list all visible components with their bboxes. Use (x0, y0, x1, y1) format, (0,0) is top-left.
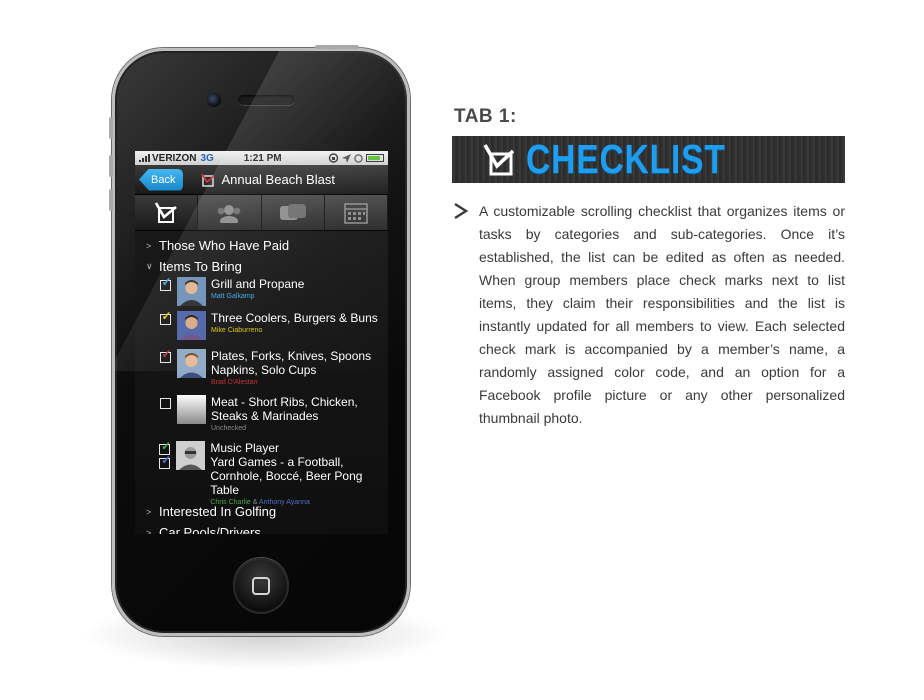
item-title: Three Coolers, Burgers & Buns (211, 311, 378, 325)
page-title: Annual Beach Blast (221, 172, 335, 187)
checklist-banner: CHECKLIST (452, 136, 845, 183)
mute-switch (109, 117, 113, 139)
power-button (315, 45, 359, 49)
chevron-down-icon: ∨ (146, 261, 153, 271)
list-item[interactable]: ✓ Plates, Forks, Knives, Spoons Napkins,… (135, 348, 388, 395)
iphone-device: VERIZON 3G 1:21 PM Back Annual Beach Bla… (109, 45, 410, 636)
list-item[interactable]: ✓ ✓ Music Player Yard Games - a Football… (135, 439, 388, 506)
section-label: Those Who Have Paid (159, 238, 290, 253)
member-joiner: & (252, 499, 258, 506)
list-item[interactable]: Meat - Short Ribs, Chicken, Steaks & Mar… (135, 395, 388, 441)
item-title: Steaks & Marinades (211, 409, 319, 423)
checkbox[interactable]: ✓ (159, 348, 172, 363)
item-title: Cornhole, Boccé, Beer Pong Table (210, 469, 363, 497)
checkmark-icon: ✓ (161, 453, 172, 467)
alarm-icon (354, 153, 363, 163)
member-name: Anthony Ayanna (258, 499, 310, 506)
tab-messages[interactable] (261, 195, 325, 230)
carrier-name: VERIZON (152, 152, 197, 164)
checklist-icon (201, 173, 216, 187)
placeholder-thumbnail (177, 395, 206, 424)
item-status: Unchecked (211, 425, 247, 432)
item-title: Yard Games - a Football, (210, 455, 344, 469)
checkmark-icon: ✓ (161, 439, 172, 453)
checklist-icon (154, 201, 177, 223)
member-name: Mike Ciaburreno (211, 327, 263, 334)
item-title: Music Player (210, 441, 280, 455)
chevron-right-icon (454, 202, 469, 220)
item-title: Napkins, Solo Cups (211, 363, 317, 377)
section-items-to-bring[interactable]: ∨ Items To Bring (135, 256, 388, 277)
section-label: Car Pools/Drivers (159, 525, 261, 534)
tab-group[interactable] (198, 195, 262, 230)
volume-up-button (109, 155, 113, 177)
tab-calendar[interactable] (324, 195, 388, 230)
status-time: 1:21 PM (243, 152, 282, 164)
status-bar: VERIZON 3G 1:21 PM (135, 151, 388, 165)
chevron-right-icon: > (146, 527, 152, 535)
item-title: Grill and Propane (211, 277, 305, 291)
tab-heading: TAB 1: (454, 106, 517, 127)
front-camera (207, 93, 221, 107)
avatar (177, 349, 206, 378)
group-icon (217, 204, 241, 223)
checkbox[interactable] (159, 398, 171, 409)
location-arrow-icon (342, 153, 351, 163)
checklist: > Those Who Have Paid ∨ Items To Bring ✓… (135, 231, 388, 534)
signal-icon (139, 154, 150, 162)
section-label: Items To Bring (159, 259, 242, 274)
earpiece-speaker (238, 95, 294, 105)
nav-bar: Back Annual Beach Blast (135, 165, 388, 195)
network-type: 3G (200, 152, 214, 164)
messages-icon (279, 203, 306, 220)
member-name: Chris Charlie (210, 499, 251, 506)
lock-rotation-icon (328, 153, 339, 163)
banner-title: CHECKLIST (526, 136, 726, 182)
checklist-icon (483, 143, 515, 175)
home-button (233, 558, 289, 614)
list-item[interactable]: ✓ Three Coolers, Burgers & Buns Mike Cia… (135, 310, 388, 349)
chevron-right-icon: > (146, 240, 152, 251)
avatar (176, 441, 206, 470)
checkmark-icon: ✓ (161, 309, 172, 323)
item-title: Plates, Forks, Knives, Spoons (211, 349, 372, 363)
avatar (177, 277, 206, 306)
checkbox[interactable]: ✓ (159, 276, 172, 291)
calendar-icon (344, 202, 368, 224)
phone-screen: VERIZON 3G 1:21 PM Back Annual Beach Bla… (135, 151, 388, 534)
tab-bar (135, 195, 388, 231)
checkbox[interactable]: ✓ (159, 310, 172, 325)
member-name: Brad D'Alestan (211, 379, 258, 386)
chevron-right-icon: > (146, 506, 152, 517)
checkmark-icon: ✓ (161, 275, 172, 289)
checkbox[interactable]: ✓ (159, 454, 171, 469)
back-button[interactable]: Back (139, 168, 184, 191)
avatar (177, 311, 206, 340)
volume-down-button (109, 189, 113, 211)
feature-description: A customizable scrolling checklist that … (479, 203, 845, 426)
checkmark-icon: ✓ (161, 347, 172, 361)
item-title: Meat - Short Ribs, Chicken, (211, 395, 358, 409)
tab-checklist[interactable] (135, 195, 199, 230)
member-name: Matt Galkamp (211, 293, 255, 300)
section-car-pools-drivers[interactable]: > Car Pools/Drivers (135, 522, 388, 534)
battery-icon (366, 154, 384, 162)
list-item[interactable]: ✓ Grill and Propane Matt Galkamp (135, 276, 388, 311)
section-those-who-have-paid[interactable]: > Those Who Have Paid (135, 235, 388, 256)
